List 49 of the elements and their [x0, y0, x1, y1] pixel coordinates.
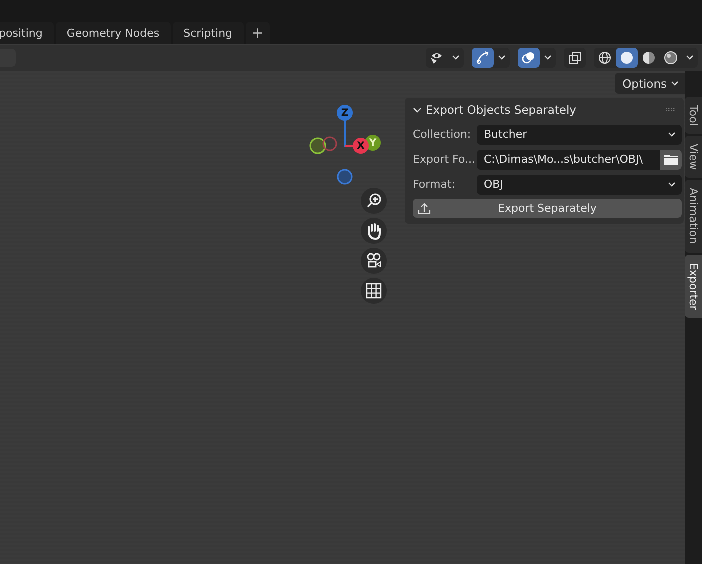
grid-view-button[interactable]: [361, 278, 387, 304]
caret-icon: [452, 55, 460, 61]
sidebar-tab[interactable]: Tool: [685, 97, 702, 134]
field-label: Format:: [413, 178, 456, 191]
path-field[interactable]: C:\Dimas\Mo...s\butcher\OBJ\: [477, 150, 682, 170]
curve-arrow-icon: [476, 51, 490, 65]
field-label: Collection:: [413, 128, 472, 141]
camera-icon: [365, 252, 383, 270]
dropdown-field[interactable]: Butcher: [477, 124, 682, 144]
sidebar-tab[interactable]: Exporter: [685, 254, 702, 318]
axis-label[interactable]: X: [353, 138, 369, 154]
pan-button[interactable]: [361, 218, 387, 244]
solid-sphere-icon: [620, 51, 634, 65]
overlay-toggle[interactable]: [518, 48, 540, 68]
zoom-icon: [365, 192, 383, 210]
dropdown-field[interactable]: OBJ: [477, 174, 682, 194]
hand-icon: [366, 222, 382, 240]
panel-title: Export Objects Separately: [426, 103, 578, 117]
wireframe-sphere-icon: [598, 51, 612, 65]
caret-icon: [498, 55, 506, 61]
caret-icon: [544, 55, 552, 61]
drag-handle-icon[interactable]: [666, 108, 676, 112]
camera-view-button[interactable]: [361, 248, 387, 274]
caret-icon: [668, 132, 676, 138]
export-button[interactable]: Export Separately: [413, 199, 682, 218]
caret-icon: [668, 182, 676, 188]
grid-icon: [366, 283, 382, 299]
gizmo-toggle[interactable]: [472, 48, 494, 68]
axis-label[interactable]: Z: [337, 105, 353, 121]
caret-icon: [671, 80, 679, 86]
rendered-sphere-icon: [664, 51, 678, 65]
zoom-button[interactable]: [361, 188, 387, 214]
sidebar-tab[interactable]: View: [685, 136, 702, 178]
upload-icon: [418, 202, 431, 214]
folder-button[interactable]: [660, 150, 682, 170]
field-label: Export Fo...: [413, 153, 476, 166]
caret-icon: [686, 55, 694, 61]
overlay-circles-icon: [522, 51, 536, 65]
shading-mode-button[interactable]: [616, 48, 638, 68]
options-dropdown[interactable]: Options: [614, 73, 685, 94]
xray-icon: [568, 51, 582, 65]
workspace-tab[interactable]: Scripting: [172, 22, 244, 44]
workspace-tab[interactable]: positing: [0, 22, 54, 44]
folder-icon: [664, 154, 678, 166]
material-sphere-icon: [642, 51, 656, 65]
workspace-tab[interactable]: Geometry Nodes: [56, 22, 171, 44]
sidebar-tab[interactable]: Animation: [685, 180, 702, 253]
collapse-caret-icon[interactable]: [413, 106, 422, 114]
add-tab-button[interactable]: +: [246, 22, 270, 44]
